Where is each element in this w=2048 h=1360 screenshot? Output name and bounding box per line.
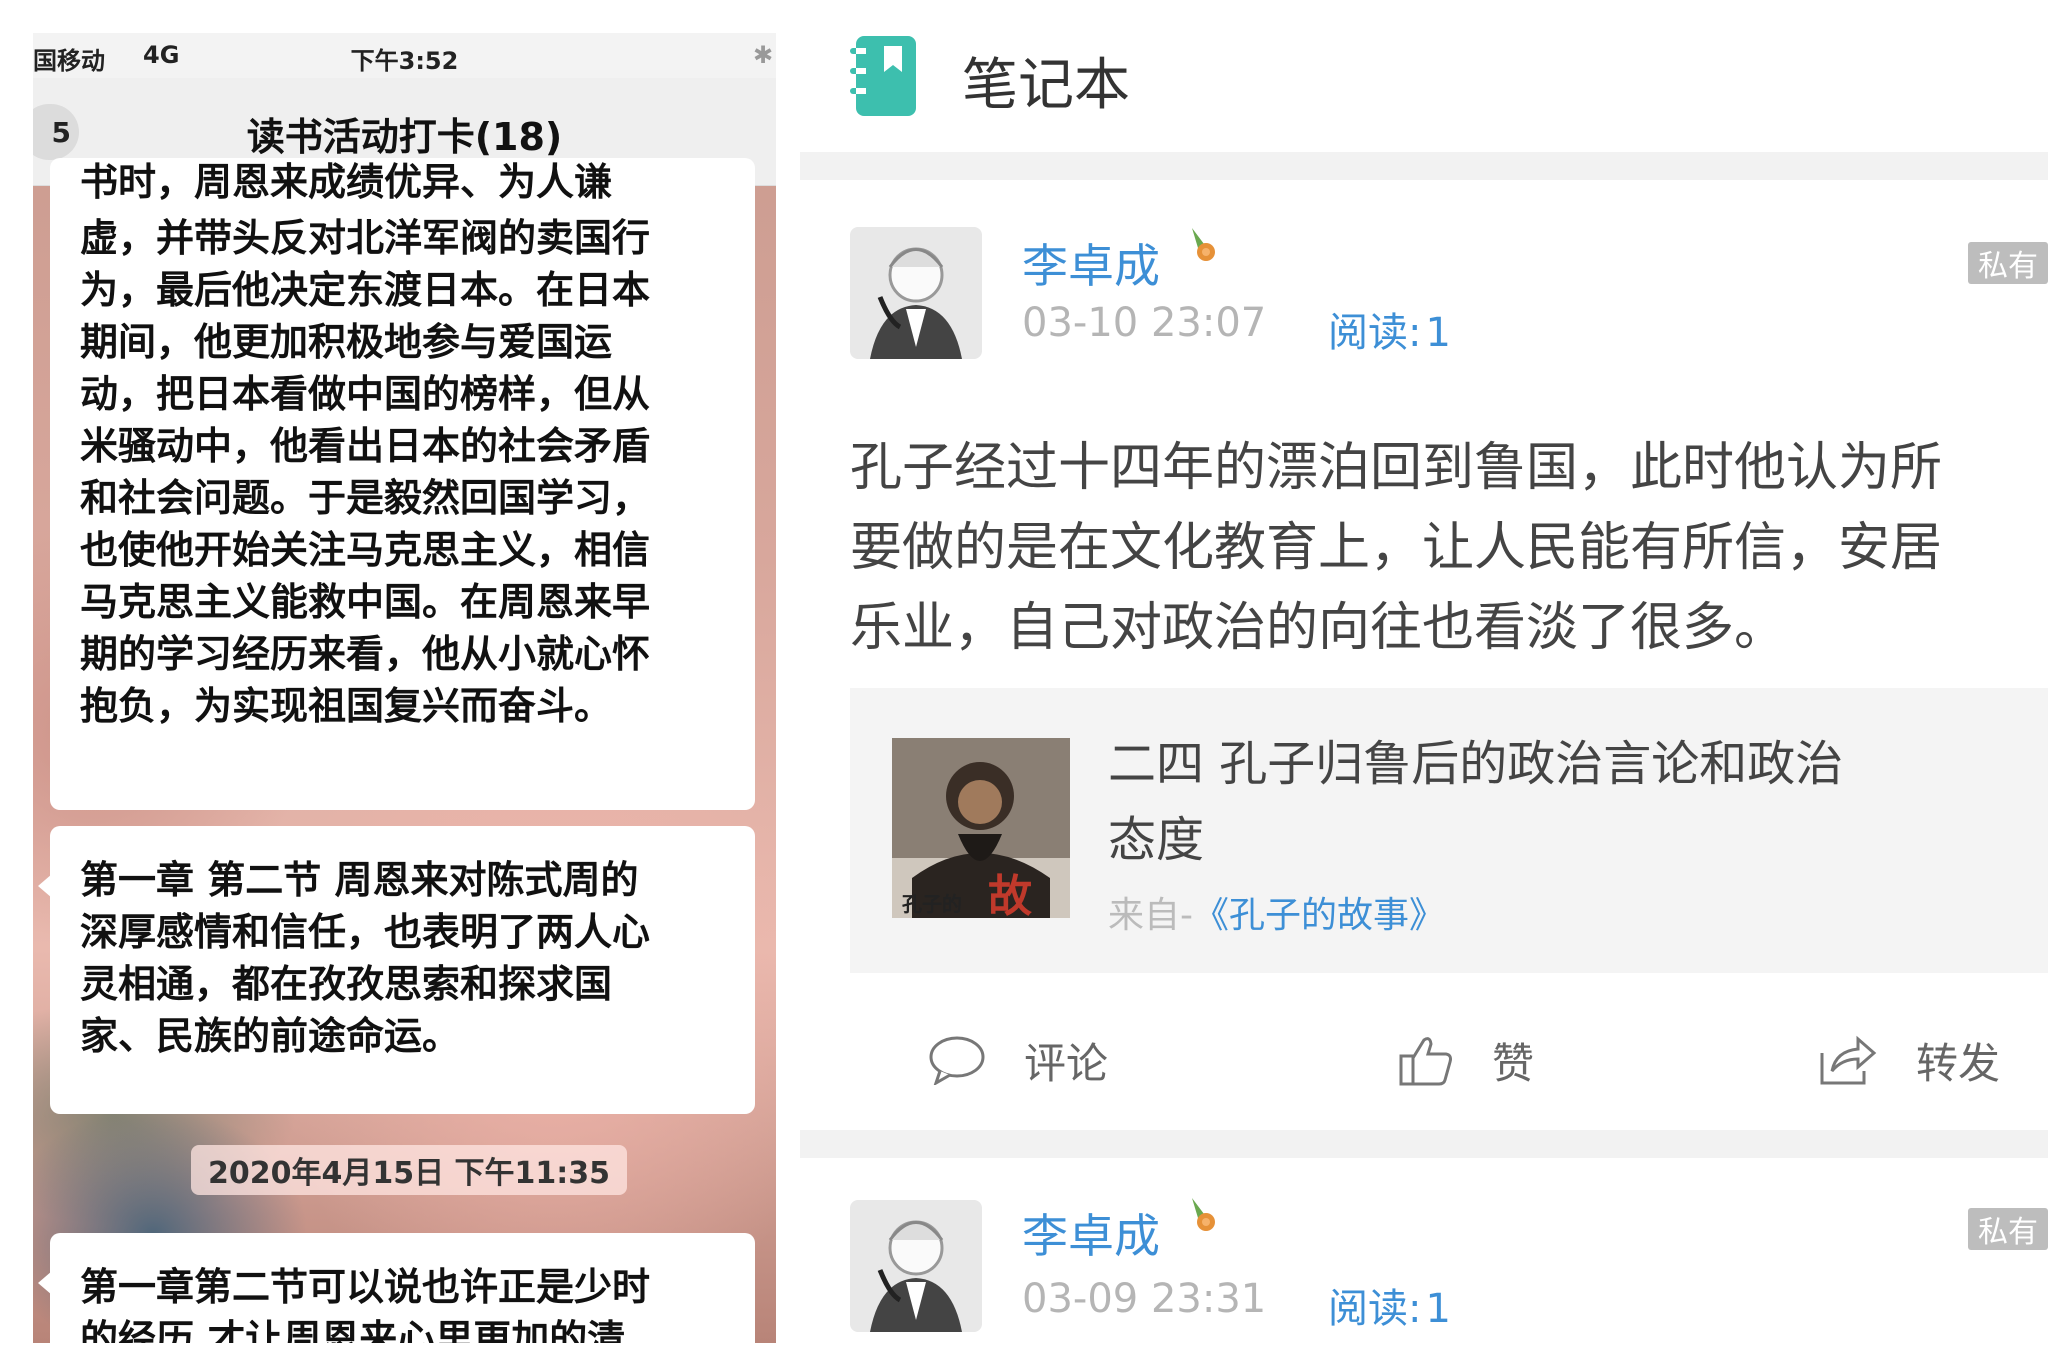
book-chapter-title: 二四 孔子归鲁后的政治言论和政治 态度	[1108, 726, 2008, 878]
note-text-line: 要做的是在文化教育上，让人民能有所信，安居	[850, 518, 1943, 578]
message-line: 动，把日本看做中国的榜样，但从	[80, 372, 651, 416]
share-button[interactable]: 转发	[1818, 1020, 2000, 1100]
section-divider	[800, 1130, 2048, 1158]
message-line: 灵相通，都在孜孜思索和探求国	[80, 962, 613, 1006]
like-button[interactable]: 赞	[1398, 1020, 1534, 1100]
note-text: 孔子经过十四年的漂泊回到鲁国，此时他认为所 要做的是在文化教育上，让人民能有所信…	[850, 428, 2048, 668]
page-title: 笔记本	[962, 53, 1130, 118]
book-reference[interactable]: 孔子的 故事 二四 孔子归鲁后的政治言论和政治 态度 来自-《孔子的故事》	[850, 688, 2048, 973]
avatar[interactable]	[850, 1200, 982, 1332]
share-icon	[1820, 1035, 1877, 1085]
notebook-screenshot: 笔记本 李卓成 03-10 23:07 阅读: 1 私有 孔子经过十四年的漂泊回…	[800, 0, 2048, 1360]
chat-timestamp: 2020年4月15日 下午11:35	[191, 1145, 627, 1195]
section-divider	[800, 152, 2048, 180]
message-line: 书时，周恩来成绩优异、为人谦	[80, 160, 613, 204]
note-card[interactable]: 李卓成 03-09 23:31 阅读: 1 私有	[800, 1158, 2048, 1360]
avatar-image	[850, 1200, 982, 1332]
book-source-link[interactable]: 《孔子的故事》	[1193, 895, 1445, 936]
bubble-tail	[38, 1271, 52, 1295]
share-label: 转发	[1916, 1038, 2001, 1088]
book-cover-small-text: 孔子的	[902, 892, 962, 916]
chat-message[interactable]: 第一章 第二节 周恩来对陈式周的 深厚感情和信任，也表明了两人心 灵相通，都在孜…	[38, 826, 755, 1114]
message-line: 虚，并带头反对北洋军阀的卖国行	[80, 216, 651, 260]
message-line: 马克思主义能救中国。在周恩来早	[80, 580, 651, 624]
book-source-prefix: 来自-	[1108, 895, 1193, 936]
bluetooth-icon: ✱	[753, 41, 774, 69]
read-count-value: 1	[1425, 310, 1451, 356]
notebook-header: 笔记本	[800, 0, 2048, 152]
read-count-label: 阅读:	[1328, 1286, 1422, 1332]
message-line: 也使他开始关注马克思主义，相信	[80, 528, 651, 572]
read-count: 阅读: 1	[1328, 300, 1451, 358]
comment-button[interactable]: 评论	[928, 1020, 1108, 1100]
medal-icon	[1192, 228, 1215, 261]
status-bar: 国移动 4G 下午3:52 ✱	[33, 33, 776, 78]
book-chapter-line: 态度	[1108, 812, 1205, 868]
user-name-link[interactable]: 李卓成	[1022, 1200, 1160, 1266]
note-actions: 评论 赞 转发	[800, 1020, 2048, 1100]
book-source: 来自-《孔子的故事》	[1108, 886, 1445, 938]
user-name-link[interactable]: 李卓成	[1022, 230, 1160, 296]
message-line: 期间，他更加积极地参与爱国运	[80, 320, 613, 364]
book-cover: 孔子的 故事	[892, 738, 1070, 918]
privacy-badge: 私有	[1968, 242, 2048, 284]
like-label: 赞	[1492, 1038, 1535, 1088]
chat-message[interactable]: 第一章第二节可以说也许正是少时 的经历 才让周恩来心里更加的清	[38, 1233, 755, 1343]
notebook-icon	[850, 36, 916, 116]
avatar-image	[850, 227, 982, 359]
note-text-line: 孔子经过十四年的漂泊回到鲁国，此时他认为所	[850, 438, 1943, 498]
privacy-badge: 私有	[1968, 1208, 2048, 1250]
note-time: 03-10 23:07	[1022, 300, 1267, 346]
comment-label: 评论	[1024, 1038, 1109, 1088]
message-line: 抱负，为实现祖国复兴而奋斗。	[80, 684, 613, 728]
note-text-line: 乐业，自己对政治的向往也看淡了很多。	[850, 598, 1787, 658]
chat-message[interactable]: 书时，周恩来成绩优异、为人谦 虚，并带头反对北洋军阀的卖国行 为，最后他决定东渡…	[50, 158, 755, 810]
message-line: 和社会问题。于是毅然回国学习，	[80, 476, 651, 520]
message-line: 的经历 才让周恩来心里更加的清	[80, 1317, 626, 1343]
message-line: 为，最后他决定东渡日本。在日本	[80, 268, 651, 312]
note-time: 03-09 23:31	[1022, 1276, 1267, 1322]
clock: 下午3:52	[350, 47, 459, 75]
message-line: 米骚动中，他看出日本的社会矛盾	[80, 424, 651, 468]
bubble-tail	[38, 874, 52, 898]
read-count-value: 1	[1425, 1286, 1451, 1332]
avatar[interactable]	[850, 227, 982, 359]
message-line: 第一章第二节可以说也许正是少时	[80, 1265, 651, 1309]
message-line: 家、民族的前途命运。	[80, 1014, 461, 1058]
chat-screenshot: 国移动 4G 下午3:52 ✱ 5 读书活动打卡(18) 书时，周恩来成绩优异、…	[33, 33, 776, 1343]
read-count-label: 阅读:	[1328, 310, 1422, 356]
message-line: 深厚感情和信任，也表明了两人心	[80, 910, 651, 954]
thumbs-up-icon	[1399, 1037, 1452, 1086]
book-cover-big-text: 故事	[988, 871, 1032, 918]
chat-title: 读书活动打卡(18)	[246, 115, 563, 159]
medal-icon	[1192, 1198, 1215, 1231]
message-line: 第一章 第二节 周恩来对陈式周的	[80, 858, 639, 902]
comment-icon	[929, 1036, 985, 1085]
book-chapter-line: 二四 孔子归鲁后的政治言论和政治	[1108, 736, 1844, 792]
message-line: 期的学习经历来看，他从小就心怀	[80, 632, 651, 676]
read-count: 阅读: 1	[1328, 1276, 1451, 1334]
